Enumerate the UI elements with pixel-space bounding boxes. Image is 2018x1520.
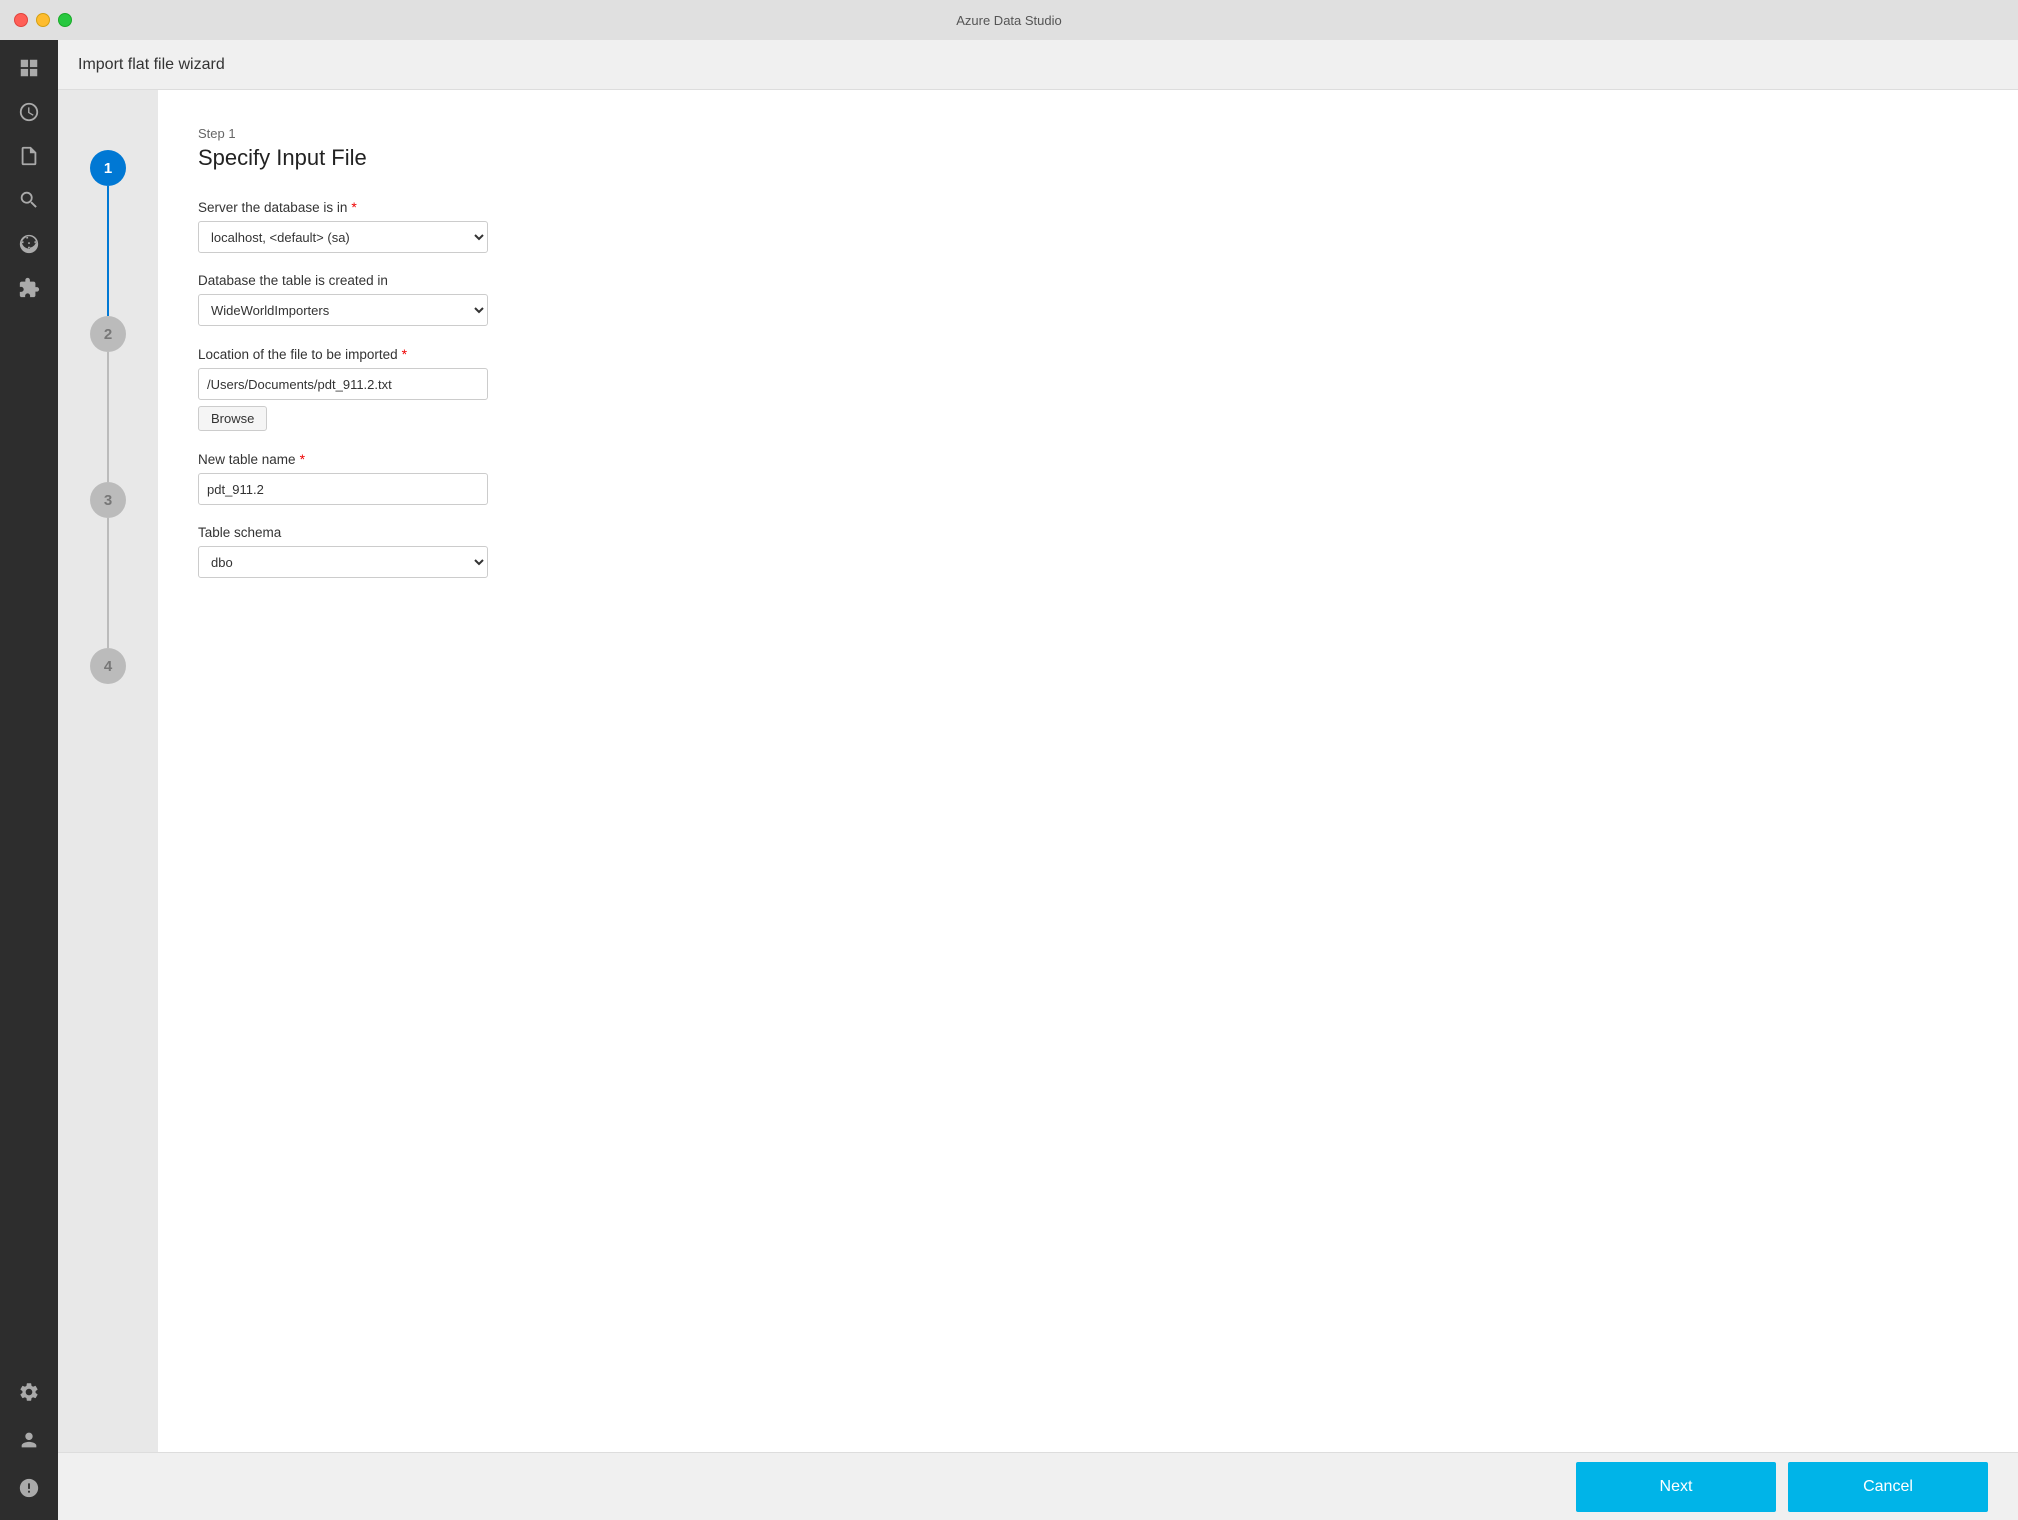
footer: Next Cancel <box>58 1452 2018 1520</box>
file-input[interactable] <box>198 368 488 400</box>
stepper-sidebar: 1 2 3 4 <box>58 90 158 1452</box>
form-panel: Step 1 Specify Input File Server the dat… <box>158 90 2018 1452</box>
sidebar-icon-settings[interactable] <box>9 1372 49 1412</box>
step-circle-1: 1 <box>90 150 126 186</box>
minimize-button[interactable] <box>36 13 50 27</box>
schema-field-group: Table schema dbo <box>198 525 1978 578</box>
file-field-group: Location of the file to be imported * Br… <box>198 346 1978 431</box>
content-area: 1 2 3 4 Step 1 Specify Input File <box>58 90 2018 1452</box>
schema-select[interactable]: dbo <box>198 546 488 578</box>
page-title: Import flat file wizard <box>78 56 225 74</box>
window-controls[interactable] <box>14 13 72 27</box>
header-bar: Import flat file wizard <box>58 40 2018 90</box>
file-label: Location of the file to be imported * <box>198 346 1978 362</box>
sidebar-icon-file[interactable] <box>9 136 49 176</box>
database-label: Database the table is created in <box>198 273 1978 288</box>
sidebar-icon-explorer[interactable] <box>9 48 49 88</box>
step-2: 2 <box>90 316 126 482</box>
step-1: 1 <box>90 150 126 316</box>
step-connector-2-3 <box>107 352 109 482</box>
step-connector-1-2 <box>107 186 109 316</box>
sidebar <box>0 40 58 1520</box>
sidebar-icon-git[interactable] <box>9 224 49 264</box>
database-field-group: Database the table is created in WideWor… <box>198 273 1978 326</box>
next-button[interactable]: Next <box>1576 1462 1776 1512</box>
window-title: Azure Data Studio <box>956 13 1062 28</box>
server-field-group: Server the database is in * localhost, <… <box>198 199 1978 253</box>
app-body: Import flat file wizard 1 2 3 4 <box>0 40 2018 1520</box>
step-title: Specify Input File <box>198 145 1978 171</box>
sidebar-icon-history[interactable] <box>9 92 49 132</box>
server-label: Server the database is in * <box>198 199 1978 215</box>
main-area: Import flat file wizard 1 2 3 4 <box>58 40 2018 1520</box>
sidebar-bottom <box>9 1372 49 1520</box>
title-bar: Azure Data Studio <box>0 0 2018 40</box>
table-name-required-star: * <box>300 451 305 467</box>
step-4: 4 <box>90 648 126 684</box>
maximize-button[interactable] <box>58 13 72 27</box>
step-circle-4: 4 <box>90 648 126 684</box>
browse-button[interactable]: Browse <box>198 406 267 431</box>
table-name-field-group: New table name * <box>198 451 1978 505</box>
server-select[interactable]: localhost, <default> (sa) <box>198 221 488 253</box>
file-required-star: * <box>402 346 407 362</box>
step-label: Step 1 <box>198 126 1978 141</box>
server-required-star: * <box>351 199 356 215</box>
close-button[interactable] <box>14 13 28 27</box>
cancel-button[interactable]: Cancel <box>1788 1462 1988 1512</box>
table-name-input[interactable] <box>198 473 488 505</box>
step-3: 3 <box>90 482 126 648</box>
sidebar-icon-search[interactable] <box>9 180 49 220</box>
sidebar-icon-extensions[interactable] <box>9 268 49 308</box>
schema-label: Table schema <box>198 525 1978 540</box>
sidebar-icon-account[interactable] <box>9 1420 49 1460</box>
table-name-label: New table name * <box>198 451 1978 467</box>
step-circle-3: 3 <box>90 482 126 518</box>
step-connector-3-4 <box>107 518 109 648</box>
database-select[interactable]: WideWorldImporters <box>198 294 488 326</box>
step-circle-2: 2 <box>90 316 126 352</box>
sidebar-icon-error[interactable] <box>9 1468 49 1508</box>
